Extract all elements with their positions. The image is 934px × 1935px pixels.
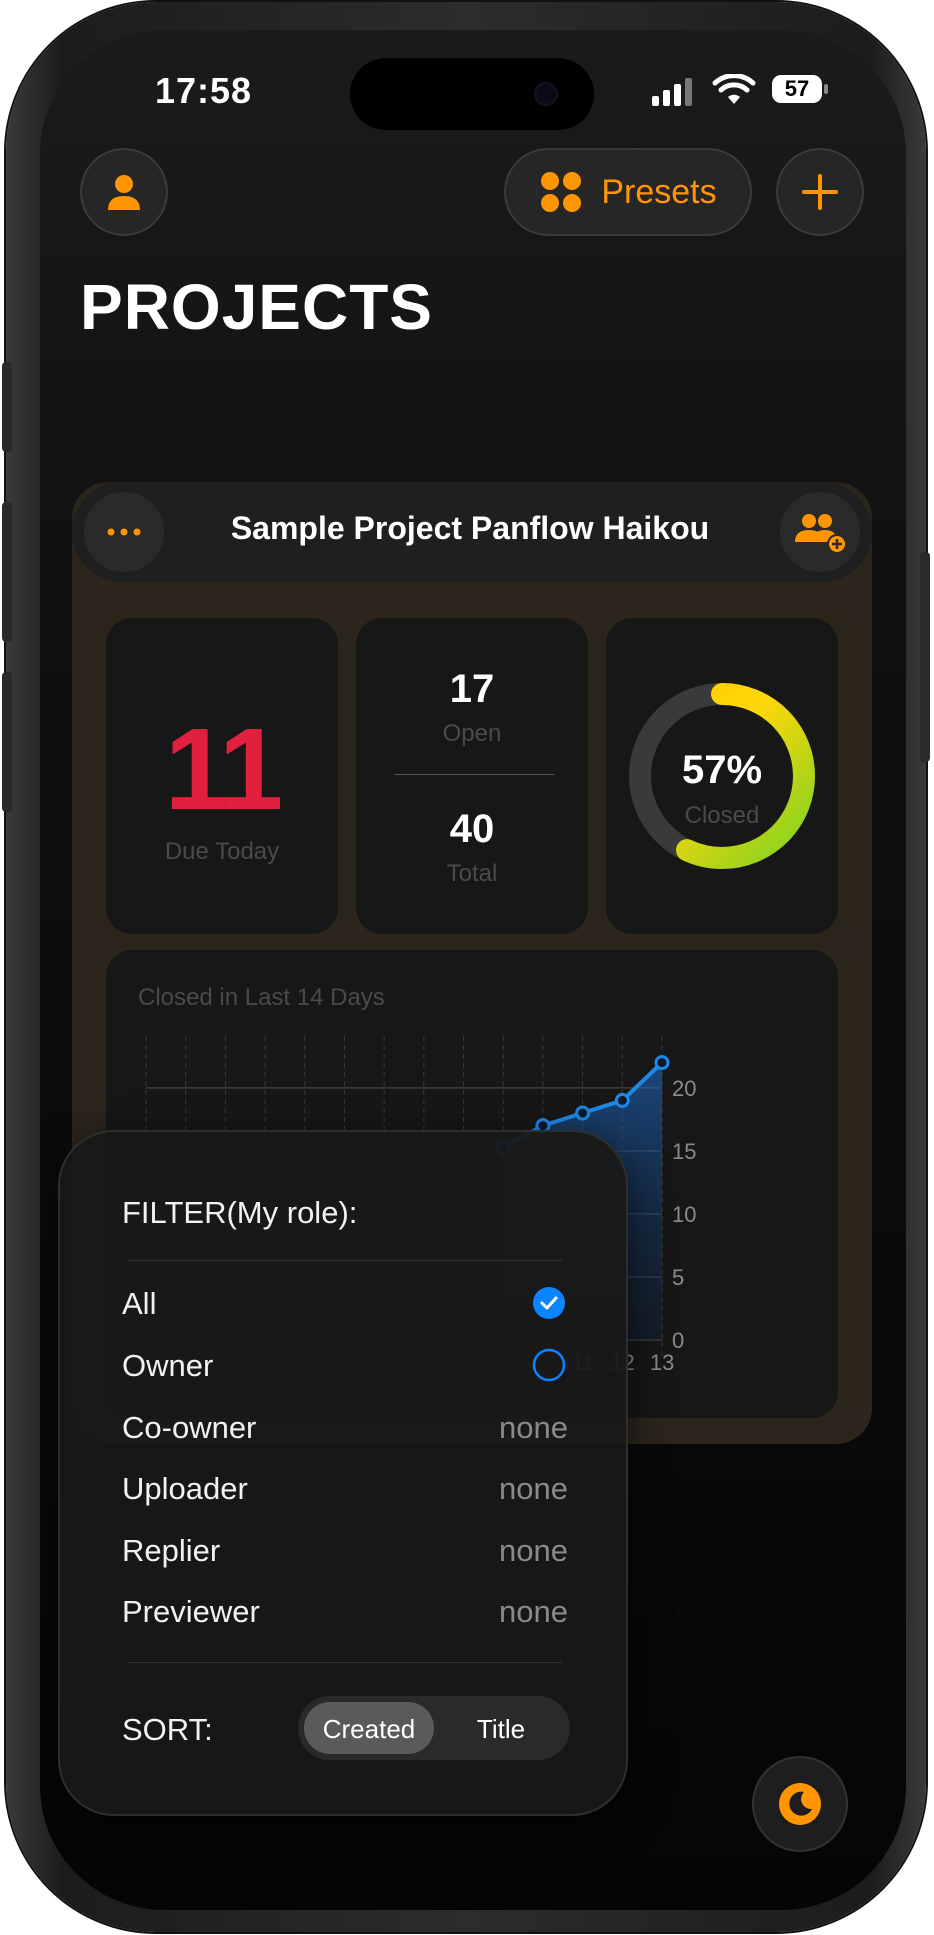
closed-percent: 57% [681, 748, 763, 792]
moon-icon [779, 1783, 821, 1825]
project-title: Sample Project Panflow Haikou [230, 510, 710, 546]
power-button [920, 552, 930, 762]
ellipsis-icon [107, 528, 141, 536]
co-owner-value: none [499, 1410, 568, 1445]
uploader-value: none [499, 1471, 568, 1506]
status-time: 17:58 [155, 70, 253, 111]
battery-nub [824, 84, 828, 94]
total-count: 40 [449, 807, 495, 851]
due-today-count: 11 [164, 704, 284, 834]
grid-icon [541, 172, 582, 212]
filter-title: FILTER(My role): [122, 1195, 358, 1230]
add-people-icon [795, 514, 847, 554]
replier-value: none [499, 1533, 568, 1568]
filter-option-previewer[interactable]: Previewer [122, 1594, 260, 1630]
phone-frame: 17:58 57 Presets PROJECTS Sample Project… [2, 2, 930, 1932]
due-today-label: Due Today [164, 838, 280, 865]
filter-option-all[interactable]: All [122, 1286, 156, 1322]
add-member-button[interactable] [780, 492, 860, 572]
chart-title: Closed in Last 14 Days [138, 984, 385, 1011]
camera-icon [534, 82, 558, 106]
volume-down-button [2, 672, 12, 812]
presets-button[interactable]: Presets [504, 148, 752, 236]
unchecked-circle-icon[interactable] [532, 1348, 566, 1382]
chart-y-tick-label: 10 [672, 1202, 696, 1227]
more-options-button[interactable] [84, 492, 164, 572]
filter-option-replier[interactable]: Replier [122, 1533, 220, 1569]
battery-icon: 57 [772, 75, 822, 103]
chart-point [614, 1092, 630, 1108]
chart-y-tick-label: 20 [672, 1076, 696, 1101]
add-project-button[interactable] [776, 148, 864, 236]
open-count: 17 [449, 667, 495, 711]
filter-option-owner[interactable]: Owner [122, 1348, 213, 1384]
closed-label: Closed [684, 802, 760, 829]
chart-point [654, 1055, 670, 1071]
action-button [2, 362, 12, 452]
sort-label: SORT: [122, 1712, 213, 1747]
sort-option-title[interactable]: Title [438, 1714, 564, 1745]
plus-icon [802, 174, 838, 210]
filter-divider-top [128, 1260, 562, 1261]
theme-toggle-button[interactable] [752, 1756, 848, 1852]
chart-point [575, 1105, 591, 1121]
page-title: PROJECTS [80, 271, 433, 343]
checkmark-icon[interactable] [532, 1286, 566, 1320]
presets-label: Presets [601, 172, 717, 211]
filter-option-co-owner[interactable]: Co-owner [122, 1410, 256, 1446]
volume-up-button [2, 502, 12, 642]
chart-x-tick-label: 13 [650, 1350, 674, 1375]
previewer-value: none [499, 1594, 568, 1629]
profile-button[interactable] [80, 148, 168, 236]
cellular-signal-icon [652, 78, 692, 106]
open-label: Open [442, 720, 502, 747]
chart-y-tick-label: 5 [672, 1265, 684, 1290]
chart-y-tick-label: 15 [672, 1139, 696, 1164]
total-label: Total [446, 860, 498, 887]
counts-divider [394, 774, 554, 775]
sort-option-created[interactable]: Created [304, 1714, 434, 1745]
wifi-icon [712, 74, 756, 104]
screen: 17:58 57 Presets PROJECTS Sample Project… [40, 30, 906, 1910]
filter-option-uploader[interactable]: Uploader [122, 1471, 248, 1507]
filter-divider-bottom [128, 1662, 562, 1663]
person-icon [108, 175, 140, 210]
